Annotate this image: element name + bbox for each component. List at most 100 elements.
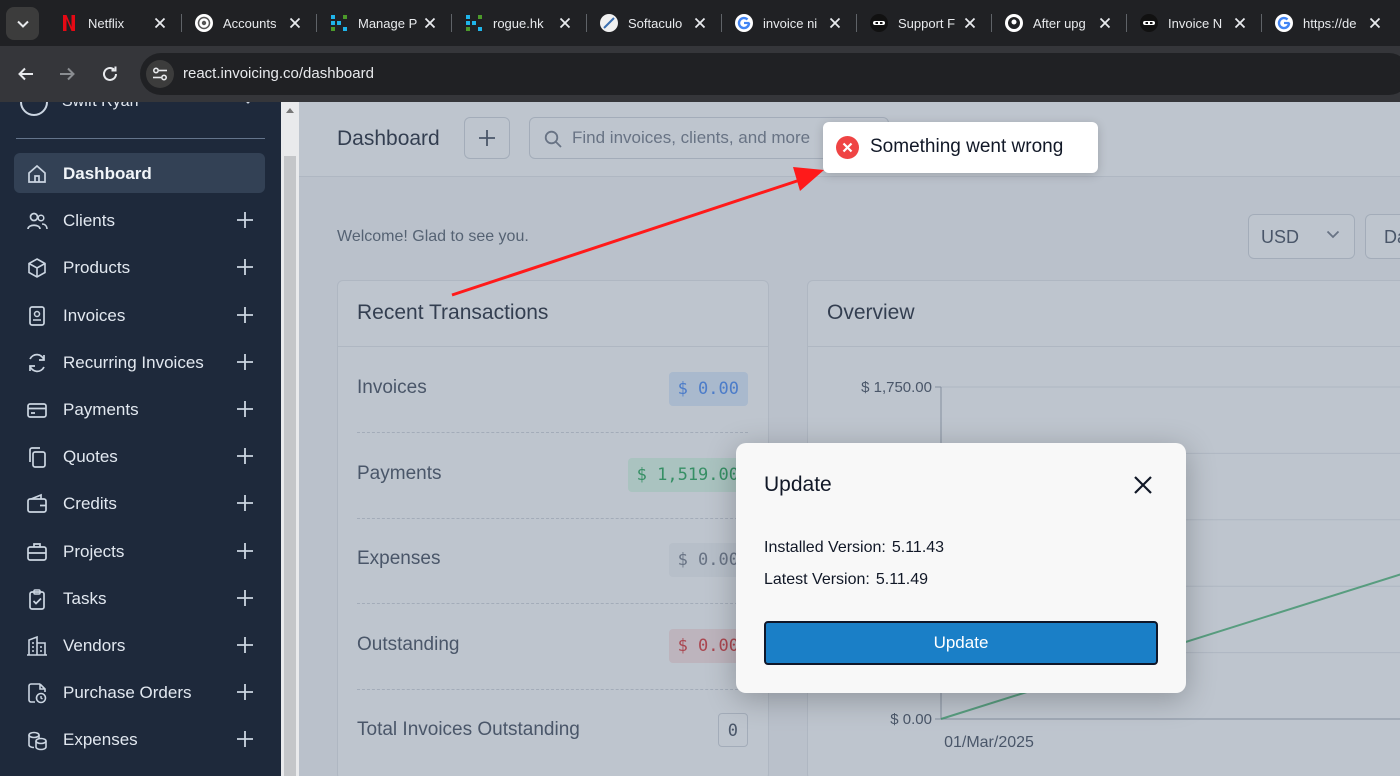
google-icon bbox=[1275, 14, 1293, 32]
plus-icon[interactable] bbox=[235, 446, 255, 466]
browser-tab[interactable]: invoice ni bbox=[723, 6, 857, 40]
browser-tab[interactable]: Invoice N bbox=[1128, 6, 1262, 40]
avatar bbox=[20, 102, 48, 116]
app: Swift Ryan Dashboard Clients Products Invoi… bbox=[0, 102, 1400, 776]
error-toast: Something went wrong bbox=[823, 122, 1098, 173]
sidebar-divider bbox=[16, 138, 265, 139]
tab-title: Netflix bbox=[88, 15, 125, 31]
file-clock-icon bbox=[28, 683, 47, 704]
sidebar-item-payments[interactable]: Payments bbox=[14, 389, 265, 429]
sidebar-item-clients[interactable]: Clients bbox=[14, 200, 265, 240]
sidebar-item-label: Dashboard bbox=[63, 164, 152, 183]
tab-close-button[interactable] bbox=[1367, 15, 1383, 31]
close-icon bbox=[694, 17, 706, 29]
plus-icon[interactable] bbox=[235, 257, 255, 277]
plus-icon[interactable] bbox=[235, 729, 255, 749]
plus-icon[interactable] bbox=[235, 352, 255, 372]
sidebar-item-label: Invoices bbox=[63, 305, 126, 325]
sidebar-item-purchase-orders[interactable]: Purchase Orders bbox=[14, 672, 265, 712]
sidebar-item-quotes[interactable]: Quotes bbox=[14, 436, 265, 476]
tab-close-button[interactable] bbox=[287, 15, 303, 31]
latest-version-label: Latest Version: bbox=[764, 571, 870, 588]
sidebar-item-expenses[interactable]: Expenses bbox=[14, 719, 265, 759]
plus-icon[interactable] bbox=[235, 682, 255, 702]
sidebar-item-dashboard[interactable]: Dashboard bbox=[14, 153, 265, 193]
close-icon bbox=[1234, 17, 1246, 29]
installed-version-label: Installed Version: bbox=[764, 539, 886, 556]
tab-close-button[interactable] bbox=[1097, 15, 1113, 31]
plus-icon[interactable] bbox=[235, 493, 255, 513]
sidebar-item-recurring-invoices[interactable]: Recurring Invoices bbox=[14, 342, 265, 382]
copy-icon bbox=[29, 447, 46, 469]
tab-close-button[interactable] bbox=[827, 15, 843, 31]
browser-tab[interactable]: After upg bbox=[993, 6, 1127, 40]
browser-tab[interactable]: Netflix bbox=[48, 6, 182, 40]
github-icon bbox=[1005, 14, 1023, 32]
browser-tab[interactable]: Support F bbox=[858, 6, 992, 40]
sidebar-item-vendors[interactable]: Vendors bbox=[14, 625, 265, 665]
back-button[interactable] bbox=[12, 60, 40, 88]
latest-version-value: 5.11.49 bbox=[875, 571, 929, 588]
scrollbar-thumb[interactable] bbox=[284, 156, 296, 776]
close-icon bbox=[1134, 476, 1152, 494]
tab-close-button[interactable] bbox=[422, 15, 438, 31]
briefcase-icon bbox=[27, 542, 47, 561]
close-icon bbox=[289, 17, 301, 29]
tab-close-button[interactable] bbox=[152, 15, 168, 31]
site-info-button[interactable] bbox=[146, 60, 174, 88]
modal-title: Update bbox=[764, 473, 832, 496]
tab-title: invoice ni bbox=[763, 15, 818, 31]
tab-separator bbox=[991, 14, 992, 32]
tab-separator bbox=[1261, 14, 1262, 32]
update-button[interactable]: Update bbox=[764, 621, 1158, 665]
tab-close-button[interactable] bbox=[557, 15, 573, 31]
tab-close-button[interactable] bbox=[962, 15, 978, 31]
sidebar-item-projects[interactable]: Projects bbox=[14, 531, 265, 571]
chevron-down-icon bbox=[16, 20, 29, 28]
tab-separator bbox=[316, 14, 317, 32]
browser-tab[interactable]: Softaculo bbox=[588, 6, 722, 40]
netflix-icon bbox=[60, 14, 78, 32]
plus-icon[interactable] bbox=[235, 210, 255, 230]
close-button[interactable] bbox=[1130, 472, 1156, 498]
sidebar-item-label: Tasks bbox=[63, 588, 107, 608]
reload-icon bbox=[103, 66, 117, 81]
plus-icon[interactable] bbox=[235, 541, 255, 561]
users-icon bbox=[27, 212, 48, 230]
sidebar-item-label: Purchase Orders bbox=[63, 683, 192, 703]
sidebar-scrollbar[interactable] bbox=[281, 102, 299, 776]
tab-close-button[interactable] bbox=[1232, 15, 1248, 31]
sidebar-item-label: Vendors bbox=[63, 636, 126, 655]
latest-version-row: Latest Version: 5.11.49 bbox=[764, 571, 928, 589]
user-name: Swift Ryan bbox=[62, 102, 138, 111]
grid-icon bbox=[465, 14, 483, 32]
sidebar-item-credits[interactable]: Credits bbox=[14, 483, 265, 523]
sidebar-item-invoices[interactable]: Invoices bbox=[14, 295, 265, 335]
user-menu[interactable]: Swift Ryan bbox=[20, 102, 250, 116]
tune-icon bbox=[152, 67, 168, 81]
browser-tab-bar: Netflix Accounts Manage P rogue.hk Softaculo… bbox=[0, 0, 1400, 46]
reload-button[interactable] bbox=[96, 60, 124, 88]
plus-icon[interactable] bbox=[235, 305, 255, 325]
tab-search-button[interactable] bbox=[6, 7, 39, 40]
tab-title: After upg bbox=[1033, 15, 1086, 31]
forward-button[interactable] bbox=[53, 60, 81, 88]
plus-icon[interactable] bbox=[235, 399, 255, 419]
browser-tab[interactable]: Manage P bbox=[318, 6, 452, 40]
home-icon bbox=[28, 164, 46, 183]
address-bar[interactable]: react.invoicing.co/dashboard bbox=[140, 53, 1400, 95]
plus-icon[interactable] bbox=[235, 635, 255, 655]
sidebar-item-products[interactable]: Products bbox=[14, 247, 265, 287]
plus-icon[interactable] bbox=[235, 588, 255, 608]
close-icon bbox=[1369, 17, 1381, 29]
browser-tab[interactable]: rogue.hk bbox=[453, 6, 587, 40]
accounts-icon bbox=[195, 14, 213, 32]
browser-tab[interactable]: https://de bbox=[1263, 6, 1397, 40]
update-modal: Update Installed Version: 5.11.43 Latest … bbox=[736, 443, 1186, 693]
sidebar-item-tasks[interactable]: Tasks bbox=[14, 578, 265, 618]
browser-tab[interactable]: Accounts bbox=[183, 6, 317, 40]
sidebar-item-label: Recurring Invoices bbox=[63, 352, 204, 372]
scroll-up-arrow[interactable] bbox=[286, 108, 294, 113]
tab-close-button[interactable] bbox=[692, 15, 708, 31]
tab-title: Support F bbox=[898, 15, 956, 31]
